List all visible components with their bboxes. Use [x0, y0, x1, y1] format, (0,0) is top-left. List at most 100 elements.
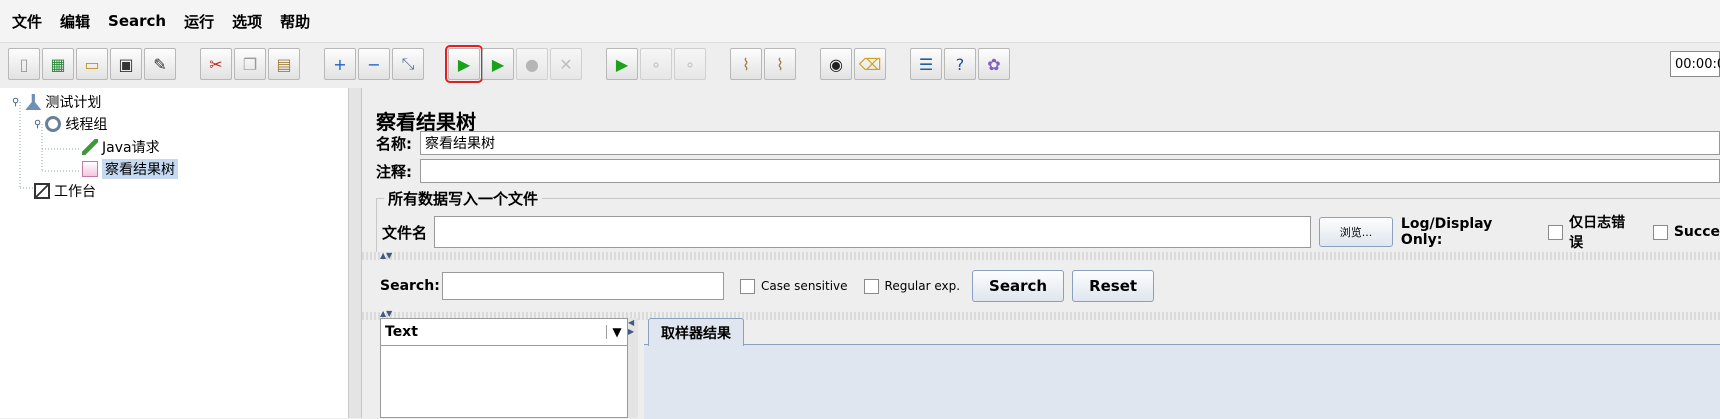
filename-row: 文件名 浏览... Log/Display Only: 仅日志错误 Succe [382, 212, 1720, 252]
log-display-label: Log/Display Only: [1400, 216, 1493, 248]
expand-button[interactable]: + [324, 48, 356, 80]
logger-button[interactable]: ✿ [978, 48, 1010, 80]
cut-icon: ✂ [209, 54, 223, 74]
renderer-select[interactable]: Text ▼ [381, 319, 627, 346]
results-list-panel: Text ▼ [380, 318, 628, 418]
menu-item-0[interactable]: 文件 [12, 11, 42, 32]
cut-button[interactable]: ✂ [200, 48, 232, 80]
comment-field[interactable] [420, 159, 1720, 183]
function-helper-icon: ☰ [918, 54, 934, 74]
tree-item-label: 工作台 [54, 184, 96, 200]
help-button[interactable]: ? [944, 48, 976, 80]
menu-item-2[interactable]: Search [108, 12, 166, 30]
menu-item-4[interactable]: 选项 [232, 11, 262, 32]
menu-item-5[interactable]: 帮助 [280, 11, 310, 32]
collapse-icon: − [367, 54, 381, 74]
remote-shutdown-icon: ∘ [684, 54, 695, 74]
elapsed-timer: 00:00:0 [1670, 51, 1720, 77]
help-icon: ? [955, 54, 965, 74]
splitter-arrows-icon[interactable]: ▲▼ [380, 310, 392, 318]
copy-button[interactable]: ❐ [234, 48, 266, 80]
errors-only-label: 仅日志错误 [1569, 215, 1626, 251]
expand-icon: + [333, 54, 347, 74]
tree-item-view-results-tree[interactable]: 察看结果树 [82, 159, 178, 179]
name-field[interactable]: 察看结果树 [420, 131, 1720, 155]
horizontal-splitter-1[interactable] [362, 252, 1720, 260]
search-binoculars-icon: ◉ [829, 54, 843, 74]
start-icon: ▶ [457, 54, 471, 74]
search-binoculars-button[interactable]: ◉ [820, 48, 852, 80]
toggle-icon: ⤡ [401, 54, 415, 73]
new-button[interactable]: ▯ [8, 48, 40, 80]
case-sensitive-label: Case sensitive [761, 279, 848, 293]
successes-label: Succe [1673, 224, 1720, 240]
tree-item-java-request[interactable]: Java请求 [82, 137, 160, 157]
clear-button[interactable]: ⌇ [730, 48, 762, 80]
function-helper-button[interactable]: ☰ [910, 48, 942, 80]
open-button[interactable]: ▭ [76, 48, 108, 80]
write-to-file-title: 所有数据写入一个文件 [384, 188, 543, 209]
save-as-button[interactable]: ✎ [144, 48, 176, 80]
result-tabs: 取样器结果 [644, 318, 1720, 419]
tab-sampler-result[interactable]: 取样器结果 [648, 318, 744, 346]
logger-icon: ✿ [987, 54, 1001, 74]
copy-icon: ❐ [242, 54, 258, 74]
view-results-tree-panel: 察看结果树 名称: 察看结果树 注释: 所有数据写入一个文件 文件名 浏览...… [362, 88, 1720, 419]
tree-item-label: 察看结果树 [102, 159, 178, 179]
tree-item-label: 线程组 [65, 117, 108, 133]
filename-field[interactable] [433, 216, 1312, 248]
remote-shutdown-button[interactable]: ∘ [674, 48, 706, 80]
chevron-down-icon[interactable]: ▼ [606, 325, 627, 339]
shutdown-button[interactable]: ✕ [550, 48, 582, 80]
menu-item-1[interactable]: 编辑 [60, 11, 90, 32]
comment-row: 注释: [376, 159, 1720, 183]
listener-graph-icon [82, 161, 98, 177]
shutdown-icon: ✕ [559, 54, 573, 74]
new-icon: ▯ [19, 54, 29, 74]
templates-icon: ▦ [50, 54, 66, 74]
open-icon: ▭ [84, 54, 100, 74]
name-row: 名称: 察看结果树 [376, 131, 1720, 155]
stop-button[interactable]: ● [516, 48, 548, 80]
regex-checkbox[interactable] [863, 278, 879, 294]
browse-button[interactable]: 浏览... [1319, 217, 1393, 247]
toggle-button[interactable]: ⤡ [392, 48, 424, 80]
errors-only-checkbox[interactable] [1548, 224, 1564, 240]
reset-search-broom-button[interactable]: ⌫ [854, 48, 886, 80]
paste-button[interactable]: ▤ [268, 48, 300, 80]
search-row: Search: Case sensitive Regular exp. Sear… [380, 270, 1155, 302]
tree-item-workbench[interactable]: 工作台 [34, 181, 96, 201]
templates-button[interactable]: ▦ [42, 48, 74, 80]
clear-all-button[interactable]: ⌇ [764, 48, 796, 80]
start-no-pause-button[interactable]: ▶ [482, 48, 514, 80]
regex-label: Regular exp. [884, 279, 961, 293]
collapse-button[interactable]: − [358, 48, 390, 80]
expanded-handle-icon[interactable]: ⚲ [34, 119, 41, 130]
remote-start-icon: ▶ [615, 54, 629, 74]
expanded-handle-icon[interactable]: ⚲ [12, 97, 19, 108]
save-button[interactable]: ▣ [110, 48, 142, 80]
gear-icon [45, 116, 62, 132]
reset-button[interactable]: Reset [1072, 270, 1155, 302]
filename-label: 文件名 [382, 223, 428, 242]
tree-item-test-plan[interactable]: ⚲ 测试计划 [12, 92, 101, 112]
case-sensitive-checkbox[interactable] [740, 278, 755, 294]
remote-stop-icon: ∘ [650, 54, 661, 74]
search-input[interactable] [442, 272, 724, 300]
vertical-splitter[interactable] [348, 88, 362, 418]
reset-search-broom-icon: ⌫ [858, 54, 882, 74]
renderer-select-value: Text [385, 324, 418, 340]
tab-content [644, 344, 1720, 419]
inner-splitter[interactable]: ◀ ▶ [628, 318, 638, 418]
splitter-arrows-icon[interactable]: ▲▼ [380, 252, 392, 260]
remote-stop-button[interactable]: ∘ [640, 48, 672, 80]
tree-item-label: 测试计划 [45, 95, 102, 111]
remote-start-button[interactable]: ▶ [606, 48, 638, 80]
search-button[interactable]: Search [972, 270, 1065, 302]
workbench-icon [34, 183, 50, 199]
start-button[interactable]: ▶ [445, 45, 483, 83]
menu-item-3[interactable]: 运行 [184, 11, 214, 32]
toolbar: 00:00:0 ▯ ▦ ▭ ▣ ✎ ✂ ❐ ▤ +− ⤡ ▶ ▶ ● ✕ ▶ ∘ ∘ ⌇ ⌇ ◉ ⌫ ☰? ✿ [0, 42, 1720, 89]
tree-item-thread-group[interactable]: ⚲ 线程组 [34, 114, 107, 134]
successes-checkbox[interactable] [1652, 224, 1668, 240]
